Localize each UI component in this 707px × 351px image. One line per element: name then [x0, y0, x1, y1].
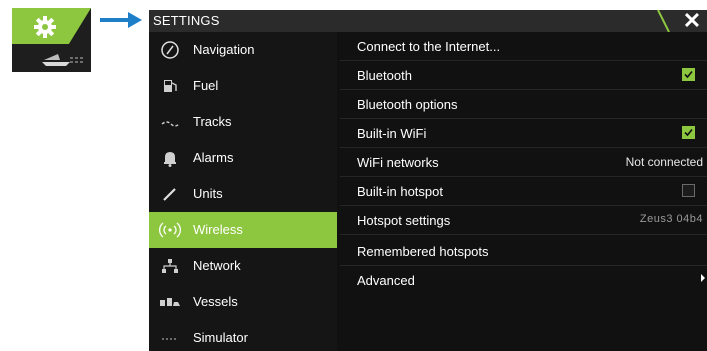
- hotspot-name-value: Zeus3 04b4: [639, 213, 703, 225]
- connect-internet-row[interactable]: Connect to the Internet...: [340, 32, 707, 61]
- sidebar-item-units[interactable]: Units: [149, 176, 337, 212]
- row-label: Connect to the Internet...: [357, 39, 501, 54]
- row-label: Bluetooth: [357, 68, 412, 83]
- row-label: WiFi networks: [357, 155, 439, 170]
- tracks-icon: [161, 121, 180, 127]
- sidebar-item-label: Wireless: [193, 222, 243, 237]
- wifi-status-value: Not connected: [625, 155, 703, 169]
- settings-tile[interactable]: [12, 8, 91, 72]
- sidebar-item-navigation[interactable]: Navigation: [149, 32, 337, 68]
- row-label: Advanced: [357, 273, 415, 288]
- sidebar-item-alarms[interactable]: Alarms: [149, 140, 337, 176]
- sidebar-item-label: Tracks: [193, 114, 232, 129]
- row-label: Bluetooth options: [357, 97, 458, 112]
- settings-window: SETTINGS ✕ Navigation Fuel Tracks Alarms…: [149, 10, 707, 351]
- row-label: Built-in WiFi: [357, 126, 427, 141]
- sidebar-item-label: Units: [193, 186, 223, 201]
- title-accent-slash: [657, 10, 670, 32]
- close-icon[interactable]: ✕: [677, 10, 707, 32]
- builtin-wifi-row[interactable]: Built-in WiFi: [340, 119, 707, 148]
- row-label: Remembered hotspots: [357, 244, 489, 259]
- builtin-hotspot-row[interactable]: Built-in hotspot: [340, 177, 707, 206]
- fuel-icon: [164, 80, 177, 92]
- advanced-row[interactable]: Advanced: [340, 266, 707, 294]
- bell-icon: [164, 152, 176, 167]
- sidebar-item-label: Fuel: [193, 78, 219, 93]
- sidebar-item-label: Vessels: [193, 294, 238, 309]
- builtin-hotspot-checkbox[interactable]: [682, 184, 695, 197]
- row-label: Hotspot settings: [357, 213, 451, 228]
- sidebar-item-tracks[interactable]: Tracks: [149, 104, 337, 140]
- sidebar-item-label: Simulator: [193, 330, 248, 345]
- remembered-hotspots-row[interactable]: Remembered hotspots: [340, 235, 707, 266]
- wifi-networks-row[interactable]: WiFi networks Not connected: [340, 148, 707, 177]
- bluetooth-checkbox[interactable]: [682, 68, 695, 81]
- wireless-icon: [159, 222, 181, 238]
- hotspot-settings-row[interactable]: Hotspot settings Zeus3 04b4: [340, 206, 707, 235]
- arrow-right-icon: [100, 12, 142, 28]
- sidebar-item-wireless[interactable]: Wireless: [149, 212, 337, 248]
- checkmark-icon: [684, 70, 693, 79]
- bluetooth-options-row[interactable]: Bluetooth options: [340, 90, 707, 119]
- boat-icon: [42, 54, 84, 66]
- settings-sidebar: Navigation Fuel Tracks Alarms Units Wire…: [149, 32, 337, 351]
- window-title: SETTINGS: [153, 13, 220, 28]
- sidebar-item-simulator[interactable]: Simulator: [149, 320, 337, 351]
- sidebar-item-label: Network: [193, 258, 241, 273]
- sidebar-item-label: Alarms: [193, 150, 234, 165]
- gear-icon: [34, 16, 56, 38]
- wireless-settings-panel: Connect to the Internet... Bluetooth Blu…: [340, 32, 707, 351]
- chevron-right-icon: [701, 274, 705, 282]
- row-label: Built-in hotspot: [357, 184, 443, 199]
- sidebar-item-label: Navigation: [193, 42, 255, 57]
- bluetooth-row[interactable]: Bluetooth: [340, 61, 707, 90]
- title-bar: SETTINGS ✕: [149, 10, 707, 32]
- ruler-icon: [163, 188, 176, 201]
- network-icon: [162, 259, 178, 273]
- vessels-icon: [160, 298, 180, 306]
- sidebar-item-vessels[interactable]: Vessels: [149, 284, 337, 320]
- checkmark-icon: [684, 128, 693, 137]
- compass-icon: [161, 41, 179, 59]
- builtin-wifi-checkbox[interactable]: [682, 126, 695, 139]
- simulator-icon: [162, 338, 178, 340]
- sidebar-item-fuel[interactable]: Fuel: [149, 68, 337, 104]
- sidebar-item-network[interactable]: Network: [149, 248, 337, 284]
